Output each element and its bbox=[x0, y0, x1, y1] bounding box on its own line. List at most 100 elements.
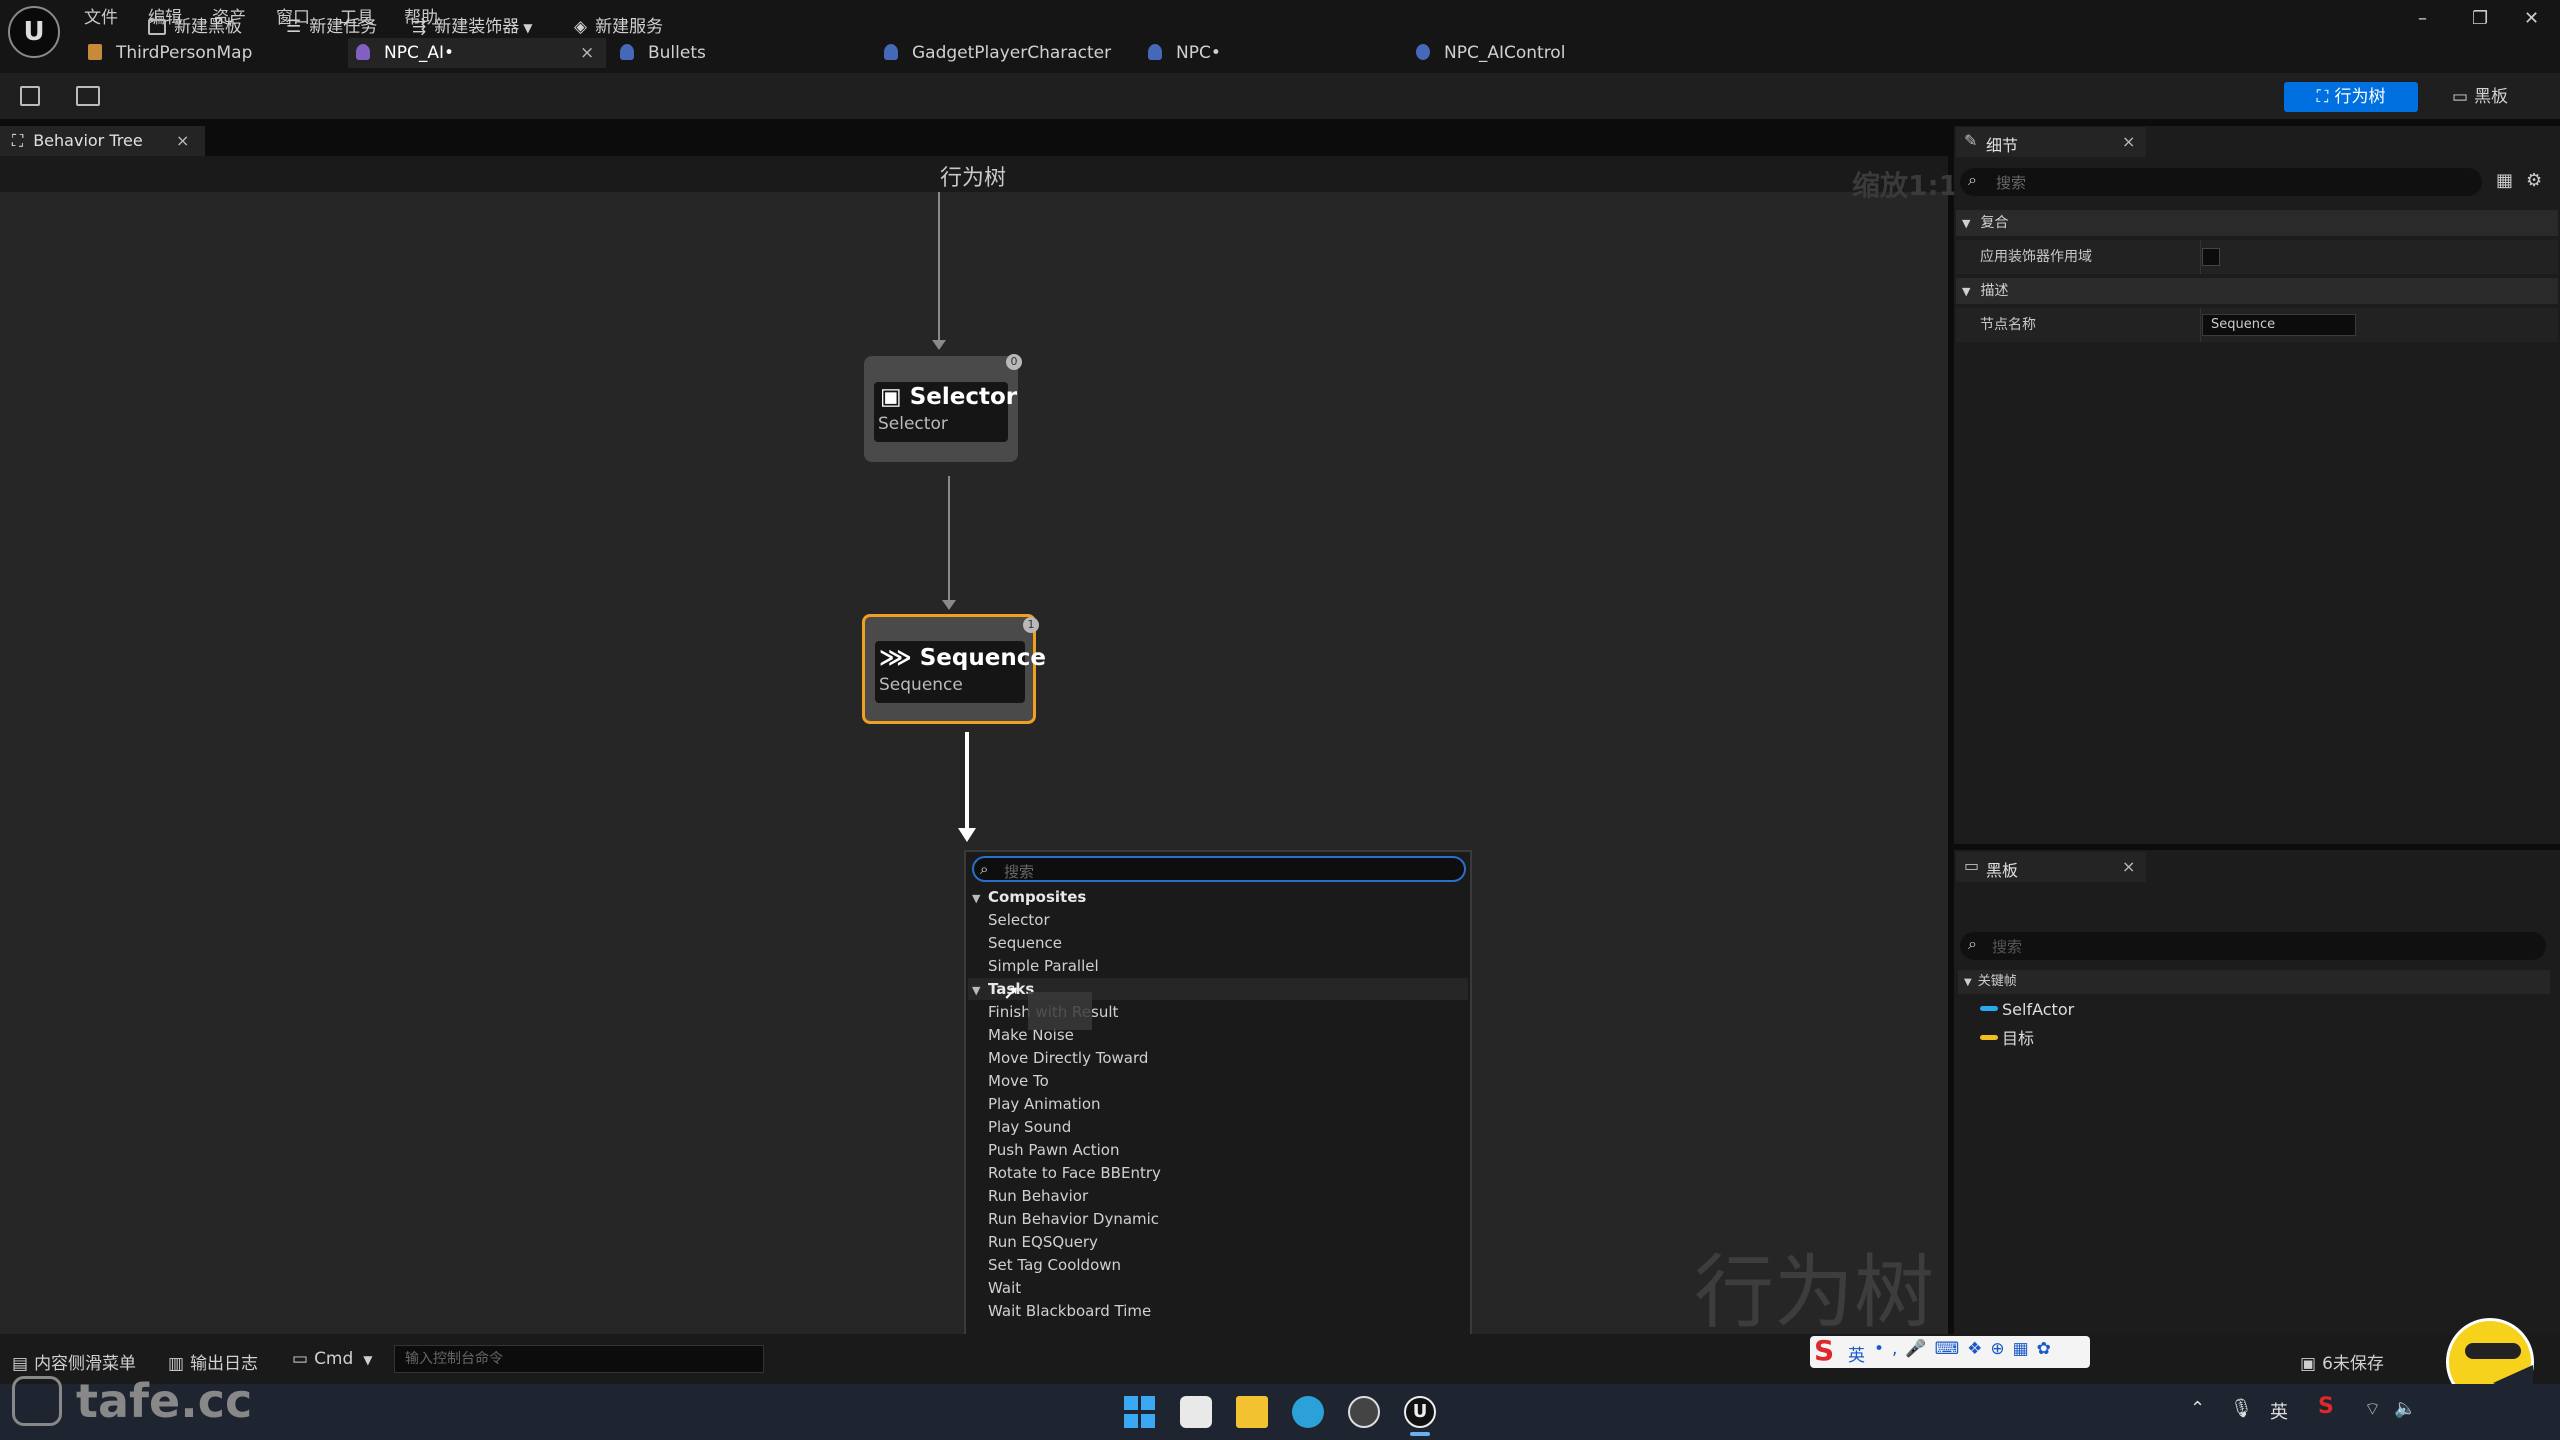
chevron-up-icon[interactable]: ⌃ bbox=[2190, 1398, 2205, 1419]
microphone-icon[interactable]: 🎙 bbox=[2230, 1398, 2253, 1419]
app-icon[interactable] bbox=[1348, 1396, 1380, 1428]
category-composite[interactable]: ▼ 复合 bbox=[1956, 210, 2558, 236]
node-subtitle: Sequence bbox=[879, 675, 963, 695]
collapse-arrow-icon[interactable]: ▼ bbox=[972, 892, 980, 905]
behavior-tree-panel-tab[interactable]: ⛶ Behavior Tree × bbox=[0, 126, 205, 156]
unreal-logo-icon[interactable]: U bbox=[8, 6, 60, 58]
unreal-engine-icon[interactable]: U bbox=[1404, 1396, 1436, 1428]
new-blackboard-button[interactable]: 新建黑板 bbox=[148, 12, 242, 37]
ime-language[interactable]: 英 bbox=[1848, 1341, 1865, 1366]
ime-tool-icons[interactable]: •,🎤⌨❖⊕▦✿ bbox=[1874, 1339, 2059, 1359]
key-name: SelfActor bbox=[2002, 1000, 2075, 1019]
wifi-icon[interactable]: ⌔ bbox=[2364, 1398, 2381, 1421]
tab-close-icon[interactable]: × bbox=[580, 38, 594, 68]
selector-node[interactable]: ▣ Selector Selector 0 bbox=[864, 354, 1022, 462]
store-icon[interactable] bbox=[1180, 1396, 1212, 1428]
new-service-button[interactable]: ◈ 新建服务 bbox=[574, 12, 663, 37]
node-name-field[interactable]: Sequence bbox=[2202, 314, 2356, 336]
menu-item[interactable]: Set Tag Cooldown bbox=[988, 1256, 1121, 1274]
cmd-dropdown[interactable]: ▭ Cmd ▼ bbox=[292, 1349, 373, 1369]
collapse-arrow-icon: ▼ bbox=[1962, 217, 1971, 230]
details-close-icon[interactable]: × bbox=[2122, 132, 2135, 151]
blackboard-icon: ▭ bbox=[2452, 87, 2469, 107]
category-description[interactable]: ▼ 描述 bbox=[1956, 278, 2558, 304]
new-task-button[interactable]: ☰ 新建任务 bbox=[286, 12, 377, 37]
tray-language[interactable]: 英 bbox=[2270, 1398, 2288, 1424]
menu-item[interactable]: Play Sound bbox=[988, 1118, 1071, 1136]
apply-decorator-scope-checkbox[interactable] bbox=[2202, 248, 2220, 266]
new-decorator-button[interactable]: ⇶ 新建装饰器 ▼ bbox=[412, 12, 532, 37]
tab-npc[interactable]: NPC• bbox=[1148, 38, 1388, 68]
keys-section-header[interactable]: ▼ 关键帧 bbox=[1958, 970, 2550, 994]
start-button[interactable] bbox=[1124, 1396, 1155, 1428]
browse-folder-icon[interactable] bbox=[76, 86, 100, 106]
mode-blackboard-button[interactable]: ▭ 黑板 bbox=[2452, 82, 2532, 112]
graph-watermark: 行为树 bbox=[1694, 1246, 1934, 1339]
tab-thirdpersonmap[interactable]: ThirdPersonMap bbox=[88, 38, 338, 68]
new-decorator-label: 新建装饰器 bbox=[434, 17, 520, 37]
content-drawer-button[interactable]: ▤ 内容侧滑菜单 bbox=[12, 1349, 136, 1374]
menu-item[interactable]: Push Pawn Action bbox=[988, 1141, 1119, 1159]
category-label: 描述 bbox=[1980, 283, 2009, 299]
search-icon: ⌕ bbox=[1968, 934, 1977, 953]
new-service-label: 新建服务 bbox=[595, 17, 664, 37]
sequence-node[interactable]: ⋙ Sequence Sequence 1 bbox=[862, 614, 1046, 724]
menu-item[interactable]: Move To bbox=[988, 1072, 1049, 1090]
menu-item[interactable]: Rotate to Face BBEntry bbox=[988, 1164, 1161, 1182]
minimize-icon[interactable]: – bbox=[2418, 8, 2427, 29]
menu-item[interactable]: Run Behavior Dynamic bbox=[988, 1210, 1159, 1228]
console-input[interactable]: 输入控制台命令 bbox=[394, 1345, 764, 1373]
blackboard-search-input[interactable]: ⌕ 搜索 bbox=[1960, 932, 2546, 960]
tab-npc-aicontrol[interactable]: NPC_AIControl bbox=[1416, 38, 1666, 68]
gear-icon[interactable]: ⚙ bbox=[2526, 170, 2542, 191]
tab-bullets[interactable]: Bullets bbox=[620, 38, 860, 68]
blackboard-tab[interactable]: ▭ 黑板 × bbox=[1956, 852, 2146, 882]
ime-toolbar[interactable]: S 英 •,🎤⌨❖⊕▦✿ bbox=[1810, 1334, 2090, 1368]
menu-item[interactable]: Move Directly Toward bbox=[988, 1049, 1148, 1067]
file-explorer-icon[interactable] bbox=[1236, 1396, 1268, 1428]
collapse-arrow-icon[interactable]: ▼ bbox=[972, 984, 980, 997]
details-tab[interactable]: ✎ 细节 × bbox=[1956, 127, 2146, 157]
behavior-tree-icon: ⛶ bbox=[12, 131, 24, 150]
save-icon[interactable] bbox=[20, 86, 40, 106]
blackboard-key-target[interactable]: 目标 bbox=[1980, 1025, 2034, 1049]
panel-close-icon[interactable]: × bbox=[176, 126, 189, 156]
unsaved-label: 6未保存 bbox=[2322, 1354, 2384, 1374]
menu-item[interactable]: Simple Parallel bbox=[988, 957, 1099, 975]
sogou-tray-icon[interactable]: S bbox=[2318, 1394, 2334, 1419]
menu-file[interactable]: 文件 bbox=[84, 3, 118, 28]
edge-browser-icon[interactable] bbox=[1292, 1396, 1324, 1428]
menu-item[interactable]: Wait bbox=[988, 1279, 1021, 1297]
mode-blackboard-label: 黑板 bbox=[2474, 87, 2509, 107]
cmd-label: Cmd bbox=[314, 1349, 354, 1369]
restore-icon[interactable]: ❐ bbox=[2472, 8, 2488, 29]
menu-item[interactable]: Sequence bbox=[988, 934, 1062, 952]
sequence-icon: ⋙ bbox=[879, 645, 912, 671]
mode-behavior-tree-button[interactable]: ⛶ 行为树 bbox=[2284, 82, 2418, 112]
tab-gadgetplayercharacter[interactable]: GadgetPlayerCharacter bbox=[884, 38, 1144, 68]
menu-item[interactable]: Selector bbox=[988, 911, 1050, 929]
blackboard-close-icon[interactable]: × bbox=[2122, 857, 2135, 876]
menu-item[interactable]: Run EQSQuery bbox=[988, 1233, 1098, 1251]
menu-item[interactable]: Run Behavior bbox=[988, 1187, 1088, 1205]
search-icon: ⌕ bbox=[980, 860, 989, 878]
tab-npc-ai[interactable]: NPC_AI• × bbox=[348, 38, 606, 68]
close-window-icon[interactable]: ✕ bbox=[2524, 8, 2539, 29]
output-log-button[interactable]: ▥ 输出日志 bbox=[168, 1349, 258, 1374]
unsaved-indicator[interactable]: ▣ 6未保存 bbox=[2300, 1349, 2384, 1374]
category-composites[interactable]: Composites bbox=[988, 888, 1086, 906]
table-view-icon[interactable]: ▦ bbox=[2496, 170, 2513, 191]
controller-icon bbox=[1416, 44, 1430, 60]
menu-item[interactable]: Wait Blackboard Time bbox=[988, 1302, 1151, 1320]
context-search-input[interactable]: ⌕ 搜索 bbox=[972, 856, 1466, 882]
tab-label: NPC_AIControl bbox=[1444, 43, 1566, 63]
service-icon: ◈ bbox=[574, 17, 588, 37]
task-list-icon: ☰ bbox=[286, 17, 302, 37]
unsaved-icon: ▣ bbox=[2300, 1354, 2317, 1374]
details-search-input[interactable]: ⌕ 搜索 bbox=[1960, 168, 2482, 196]
blackboard-key-selfactor[interactable]: SelfActor bbox=[1980, 1000, 2074, 1019]
menu-item[interactable]: Play Animation bbox=[988, 1095, 1101, 1113]
content-drawer-icon: ▤ bbox=[12, 1354, 29, 1374]
volume-icon[interactable]: 🔈 bbox=[2394, 1398, 2416, 1419]
node-title-text: Sequence bbox=[919, 645, 1046, 671]
